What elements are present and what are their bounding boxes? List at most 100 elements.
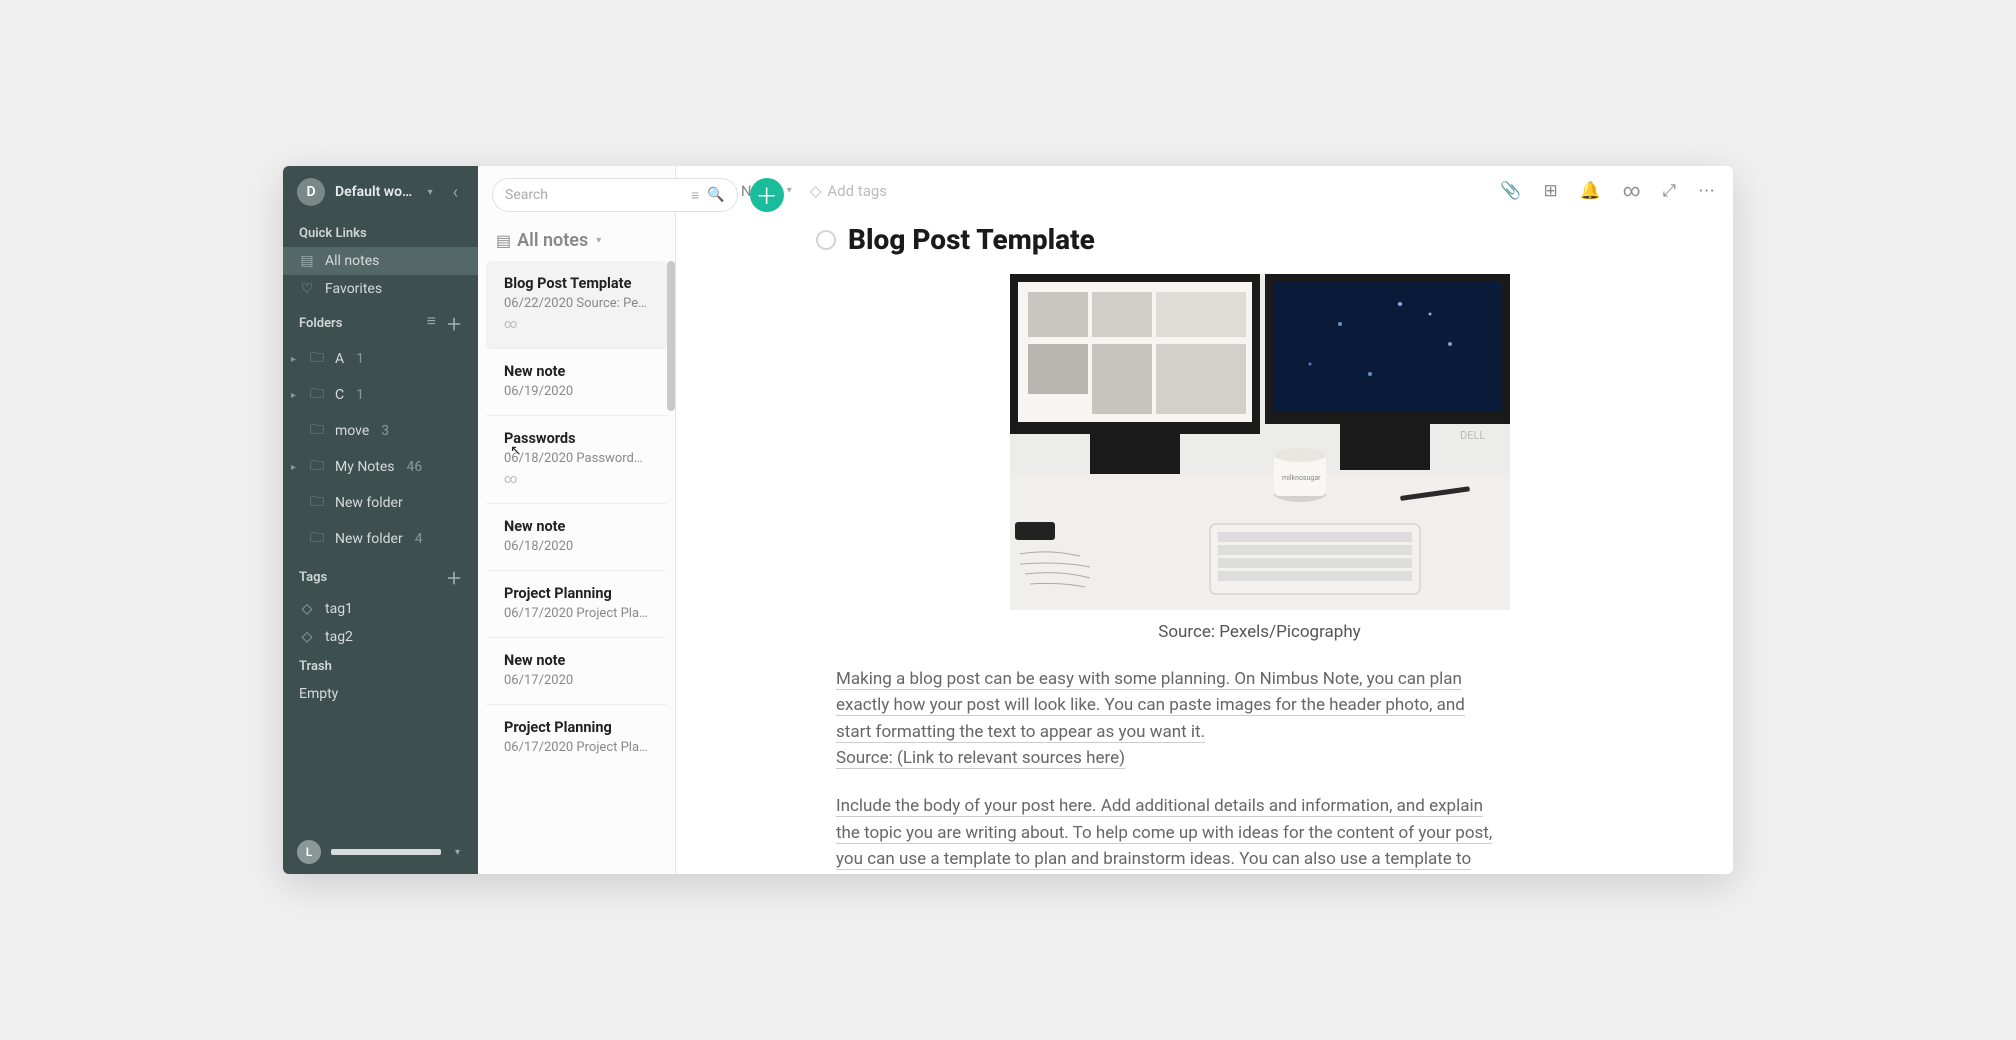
- chevron-down-icon[interactable]: ▾: [424, 183, 437, 202]
- expand-icon[interactable]: ⤢: [1662, 181, 1676, 201]
- document-text[interactable]: Making a blog post can be easy with some…: [836, 666, 1496, 874]
- heart-icon: ♡: [299, 281, 315, 297]
- sidebar-trash-empty[interactable]: Empty: [283, 680, 478, 708]
- new-note-button[interactable]: ＋: [750, 178, 784, 212]
- note-card[interactable]: Blog Post Template 06/22/2020 Source: Pe…: [486, 261, 667, 349]
- sidebar-tag-1[interactable]: ◇ tag1: [283, 595, 478, 623]
- trash-label: Trash: [299, 659, 332, 674]
- note-title: New note: [504, 363, 649, 380]
- tags-label: Tags: [299, 570, 327, 585]
- workspace-switcher[interactable]: D Default wor… ▾ ‹: [283, 166, 478, 218]
- sidebar-folder-c[interactable]: ▸ 🗀 C 1: [283, 377, 478, 413]
- note-title: Project Planning: [504, 585, 649, 602]
- reminder-icon[interactable]: 🔔: [1580, 181, 1601, 201]
- note-meta: 06/18/2020: [504, 539, 649, 554]
- notes-icon: ▤: [496, 231, 511, 250]
- sidebar: D Default wor… ▾ ‹ Quick Links ▤ All not…: [283, 166, 478, 874]
- tag-label: tag1: [325, 601, 353, 617]
- sidebar-folder-my-notes[interactable]: ▸ 🗀 My Notes 46: [283, 449, 478, 485]
- note-meta: 06/18/2020 Passwords …: [504, 451, 649, 466]
- note-card[interactable]: Passwords 06/18/2020 Passwords … ∞: [486, 416, 667, 504]
- add-folder-icon[interactable]: ＋: [446, 311, 462, 335]
- paragraph-3: Include the body of your post here. Add …: [836, 796, 1492, 874]
- folder-count: 1: [356, 351, 364, 367]
- note-title: Project Planning: [504, 719, 649, 736]
- note-list-heading[interactable]: ▤ All notes ▾: [478, 224, 675, 261]
- folders-heading: Folders ≡ ＋: [283, 303, 478, 341]
- grid-icon[interactable]: ⊞: [1543, 181, 1557, 201]
- tags-heading: Tags ＋: [283, 557, 478, 595]
- caret-right-icon[interactable]: ▸: [291, 462, 299, 473]
- sidebar-item-favorites[interactable]: ♡ Favorites: [283, 275, 478, 303]
- search-box[interactable]: ≡ 🔍: [492, 178, 738, 212]
- note-card[interactable]: Project Planning 06/17/2020 Project Plan…: [486, 571, 667, 638]
- note-list[interactable]: Blog Post Template 06/22/2020 Source: Pe…: [478, 261, 675, 874]
- svg-text:DELL: DELL: [1460, 429, 1485, 442]
- note-card[interactable]: New note 06/17/2020: [486, 638, 667, 705]
- scrollbar[interactable]: [667, 261, 675, 411]
- folder-label: move: [335, 423, 369, 439]
- sidebar-folder-new1[interactable]: 🗀 New folder: [283, 485, 478, 521]
- note-list-panel: ≡ 🔍 ＋ ▤ All notes ▾ Blog Post Template 0…: [478, 166, 676, 874]
- sidebar-folder-a[interactable]: ▸ 🗀 A 1: [283, 341, 478, 377]
- user-footer[interactable]: L ▾: [283, 830, 478, 874]
- svg-text:milknosugar: milknosugar: [1282, 474, 1321, 482]
- add-tag-icon[interactable]: ＋: [446, 565, 462, 589]
- folder-icon: 🗀: [309, 419, 325, 443]
- folder-label: My Notes: [335, 459, 395, 475]
- chevron-down-icon[interactable]: ▾: [787, 185, 792, 196]
- caret-right-icon[interactable]: ▸: [291, 390, 299, 401]
- sidebar-folder-new2[interactable]: 🗀 New folder 4: [283, 521, 478, 557]
- notes-icon: ▤: [299, 253, 315, 269]
- chevron-down-icon[interactable]: ▾: [451, 843, 464, 862]
- trash-heading: Trash: [283, 651, 478, 680]
- image-caption: Source: Pexels/Picography: [836, 622, 1683, 642]
- task-circle-icon[interactable]: [816, 230, 836, 250]
- topbar-actions: 📎 ⊞ 🔔 ∞ ⤢ ⋯: [1500, 181, 1715, 201]
- document-body[interactable]: Blog Post Template: [676, 213, 1733, 874]
- add-tags-button[interactable]: ◇ Add tags: [810, 182, 887, 200]
- folder-count: 1: [356, 387, 364, 403]
- workspace-name: Default wor…: [335, 184, 414, 200]
- search-input[interactable]: [505, 187, 683, 203]
- folder-icon: 🗀: [309, 383, 325, 407]
- folder-shared-icon: 🗀: [309, 347, 325, 371]
- collapse-sidebar-icon[interactable]: ‹: [447, 180, 464, 205]
- folder-count: 3: [381, 423, 389, 439]
- document-title[interactable]: Blog Post Template: [848, 223, 1095, 256]
- note-title: Passwords: [504, 430, 649, 447]
- caret-right-icon[interactable]: ▸: [291, 354, 299, 365]
- sort-icon[interactable]: ≡: [427, 311, 436, 335]
- note-card[interactable]: New note 06/18/2020: [486, 504, 667, 571]
- trash-empty-label: Empty: [299, 686, 338, 702]
- note-card[interactable]: Project Planning 06/17/2020 Project Plan…: [486, 705, 667, 771]
- filter-icon[interactable]: ≡: [691, 187, 699, 204]
- tag-icon: ◇: [299, 601, 315, 617]
- note-meta: 06/17/2020 Project Plan…: [504, 606, 649, 621]
- content-panel: 🗀 My Notes ▾ ◇ Add tags 📎 ⊞ 🔔 ∞ ⤢ ⋯: [676, 166, 1733, 874]
- sidebar-item-label: Favorites: [325, 281, 382, 297]
- sidebar-folder-move[interactable]: 🗀 move 3: [283, 413, 478, 449]
- folder-shared-icon: 🗀: [309, 527, 325, 551]
- chevron-down-icon[interactable]: ▾: [596, 235, 601, 246]
- more-icon[interactable]: ⋯: [1698, 181, 1715, 201]
- workspace-avatar: D: [297, 178, 325, 206]
- share-icon[interactable]: ∞: [1623, 181, 1640, 201]
- folder-label: New folder: [335, 531, 403, 547]
- folder-count: 4: [415, 531, 423, 547]
- folder-label: C: [335, 387, 344, 403]
- share-icon: ∞: [504, 317, 649, 332]
- folder-label: New folder: [335, 495, 403, 511]
- note-list-heading-text: All notes: [517, 230, 588, 251]
- folder-label: A: [335, 351, 344, 367]
- app-window: D Default wor… ▾ ‹ Quick Links ▤ All not…: [283, 166, 1733, 874]
- search-icon[interactable]: 🔍: [707, 187, 724, 203]
- note-card[interactable]: New note 06/19/2020 ↖: [486, 349, 667, 416]
- attachment-icon[interactable]: 📎: [1500, 181, 1521, 201]
- sidebar-tag-2[interactable]: ◇ tag2: [283, 623, 478, 651]
- note-title: Blog Post Template: [504, 275, 649, 292]
- tag-label: tag2: [325, 629, 353, 645]
- sidebar-item-all-notes[interactable]: ▤ All notes: [283, 247, 478, 275]
- user-avatar: L: [297, 840, 321, 864]
- folder-icon: 🗀: [309, 455, 325, 479]
